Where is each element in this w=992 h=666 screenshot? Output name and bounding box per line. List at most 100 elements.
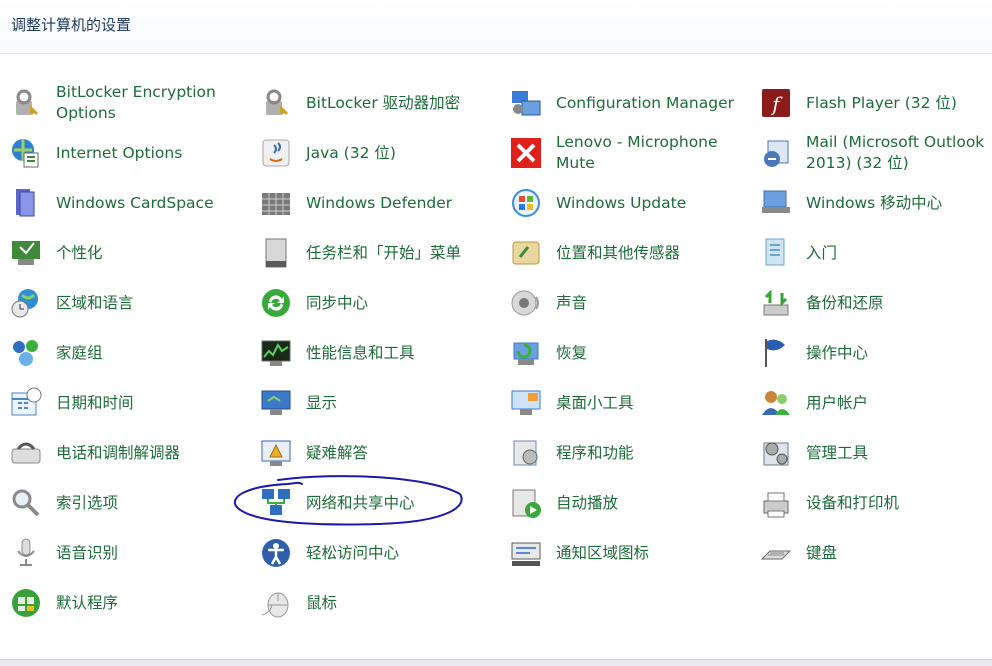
control-panel-item[interactable]: 操作中心	[750, 328, 992, 378]
control-panel-item[interactable]: Windows Defender	[250, 178, 500, 228]
control-panel-item[interactable]: Configuration Manager	[500, 78, 750, 128]
control-panel-item[interactable]: 键盘	[750, 528, 992, 578]
control-panel-item[interactable]: Java (32 位)	[250, 128, 500, 178]
control-panel-item[interactable]: BitLocker Encryption Options	[0, 78, 250, 128]
control-panel-item[interactable]: 轻松访问中心	[250, 528, 500, 578]
control-panel-item-label[interactable]: Windows CardSpace	[56, 178, 246, 228]
control-panel-item-label[interactable]: 默认程序	[56, 578, 246, 628]
mouse-icon	[260, 587, 292, 619]
control-panel-item[interactable]: Windows 移动中心	[750, 178, 992, 228]
control-panel-item[interactable]: 通知区域图标	[500, 528, 750, 578]
control-panel-item-label[interactable]: Windows Defender	[306, 178, 496, 228]
control-panel-item[interactable]: f Flash Player (32 位)	[750, 78, 992, 128]
programs-features-icon	[510, 437, 542, 469]
control-panel-item-label[interactable]: 管理工具	[806, 428, 992, 478]
control-panel-item[interactable]: 区域和语言	[0, 278, 250, 328]
control-panel-item-label[interactable]: 恢复	[556, 328, 746, 378]
control-panel-item[interactable]: Lenovo - Microphone Mute	[500, 128, 750, 178]
control-panel-item[interactable]: 备份和还原	[750, 278, 992, 328]
control-panel-item-label[interactable]: 桌面小工具	[556, 378, 746, 428]
control-panel-item[interactable]: Windows Update	[500, 178, 750, 228]
control-panel-item-label[interactable]: 用户帐户	[806, 378, 992, 428]
control-panel-item[interactable]: 个性化	[0, 228, 250, 278]
control-panel-item-label[interactable]: Lenovo - Microphone Mute	[556, 128, 746, 178]
control-panel-item-label[interactable]: 家庭组	[56, 328, 246, 378]
control-panel-item[interactable]: 声音	[500, 278, 750, 328]
control-panel-item[interactable]: 恢复	[500, 328, 750, 378]
control-panel-item-label[interactable]: 日期和时间	[56, 378, 246, 428]
control-panel-item-label[interactable]: 电话和调制解调器	[56, 428, 246, 478]
speech-recognition-icon	[10, 537, 42, 569]
control-panel-item-label[interactable]: 通知区域图标	[556, 528, 746, 578]
control-panel-item[interactable]: 管理工具	[750, 428, 992, 478]
backup-restore-icon	[760, 287, 792, 319]
control-panel-item[interactable]: 家庭组	[0, 328, 250, 378]
control-panel-item[interactable]: 显示	[250, 378, 500, 428]
control-panel-item-label[interactable]: 声音	[556, 278, 746, 328]
control-panel-item[interactable]: 入门	[750, 228, 992, 278]
control-panel-item-label[interactable]: 任务栏和「开始」菜单	[306, 228, 496, 278]
bitlocker-key-icon	[260, 87, 292, 119]
control-panel-item[interactable]: 索引选项	[0, 478, 250, 528]
control-panel-item-label[interactable]: 同步中心	[306, 278, 496, 328]
control-panel-item-label[interactable]: 入门	[806, 228, 992, 278]
control-panel-item[interactable]: 同步中心	[250, 278, 500, 328]
control-panel-item[interactable]: 日期和时间	[0, 378, 250, 428]
control-panel-item-label[interactable]: 网络和共享中心	[306, 478, 496, 528]
control-panel-item-label[interactable]: Flash Player (32 位)	[806, 78, 992, 128]
microphone-mute-icon	[510, 137, 542, 169]
control-panel-item[interactable]: 设备和打印机	[750, 478, 992, 528]
control-panel-item[interactable]: BitLocker 驱动器加密	[250, 78, 500, 128]
control-panel-item[interactable]: 自动播放	[500, 478, 750, 528]
windows-update-icon	[510, 187, 542, 219]
control-panel-item-label[interactable]: BitLocker Encryption Options	[56, 78, 246, 128]
control-panel-item-label[interactable]: 操作中心	[806, 328, 992, 378]
control-panel-item[interactable]: 桌面小工具	[500, 378, 750, 428]
internet-options-icon	[10, 137, 42, 169]
control-panel-item[interactable]: 疑难解答	[250, 428, 500, 478]
control-panel-item[interactable]: Mail (Microsoft Outlook 2013) (32 位)	[750, 128, 992, 178]
getting-started-icon	[760, 237, 792, 269]
autoplay-icon	[510, 487, 542, 519]
control-panel-item-label[interactable]: Mail (Microsoft Outlook 2013) (32 位)	[806, 128, 992, 178]
control-panel-item-label[interactable]: 性能信息和工具	[306, 328, 496, 378]
control-panel-item-label[interactable]: 键盘	[806, 528, 992, 578]
control-panel-item-label[interactable]: Configuration Manager	[556, 78, 746, 128]
control-panel-item-label[interactable]: Java (32 位)	[306, 128, 496, 178]
control-panel-item-label[interactable]: 位置和其他传感器	[556, 228, 746, 278]
control-panel-item[interactable]: 程序和功能	[500, 428, 750, 478]
control-panel-item[interactable]: 语音识别	[0, 528, 250, 578]
control-panel-item-label[interactable]: 设备和打印机	[806, 478, 992, 528]
control-panel-item-label[interactable]: 语音识别	[56, 528, 246, 578]
control-panel-item-label[interactable]: Windows 移动中心	[806, 178, 992, 228]
control-panel-item[interactable]: 位置和其他传感器	[500, 228, 750, 278]
control-panel-item-label[interactable]: 个性化	[56, 228, 246, 278]
configuration-manager-icon	[510, 87, 542, 119]
indexing-options-icon	[10, 487, 42, 519]
control-panel-item[interactable]: 用户帐户	[750, 378, 992, 428]
control-panel-item-label[interactable]: 轻松访问中心	[306, 528, 496, 578]
control-panel-item-label[interactable]: Internet Options	[56, 128, 246, 178]
control-panel-item-label[interactable]: 鼠标	[306, 578, 496, 628]
control-panel-item-label[interactable]: 程序和功能	[556, 428, 746, 478]
control-panel-item[interactable]: 任务栏和「开始」菜单	[250, 228, 500, 278]
control-panel-item[interactable]: Windows CardSpace	[0, 178, 250, 228]
desktop-gadgets-icon	[510, 387, 542, 419]
control-panel-item-label[interactable]: 显示	[306, 378, 496, 428]
control-panel-item[interactable]: 默认程序	[0, 578, 250, 628]
control-panel-item[interactable]: 性能信息和工具	[250, 328, 500, 378]
control-panel-item[interactable]: 鼠标	[250, 578, 500, 628]
control-panel-item-label[interactable]: 备份和还原	[806, 278, 992, 328]
control-panel-item-label[interactable]: 索引选项	[56, 478, 246, 528]
keyboard-icon	[760, 537, 792, 569]
control-panel-item-label[interactable]: 区域和语言	[56, 278, 246, 328]
control-panel-item-label[interactable]: BitLocker 驱动器加密	[306, 78, 496, 128]
control-panel-item[interactable]: Internet Options	[0, 128, 250, 178]
control-panel-item[interactable]: 电话和调制解调器	[0, 428, 250, 478]
control-panel-item[interactable]: 网络和共享中心	[250, 478, 500, 528]
date-time-icon	[10, 387, 42, 419]
control-panel-item-label[interactable]: 疑难解答	[306, 428, 496, 478]
windows-defender-icon	[260, 187, 292, 219]
control-panel-item-label[interactable]: Windows Update	[556, 178, 746, 228]
control-panel-item-label[interactable]: 自动播放	[556, 478, 746, 528]
